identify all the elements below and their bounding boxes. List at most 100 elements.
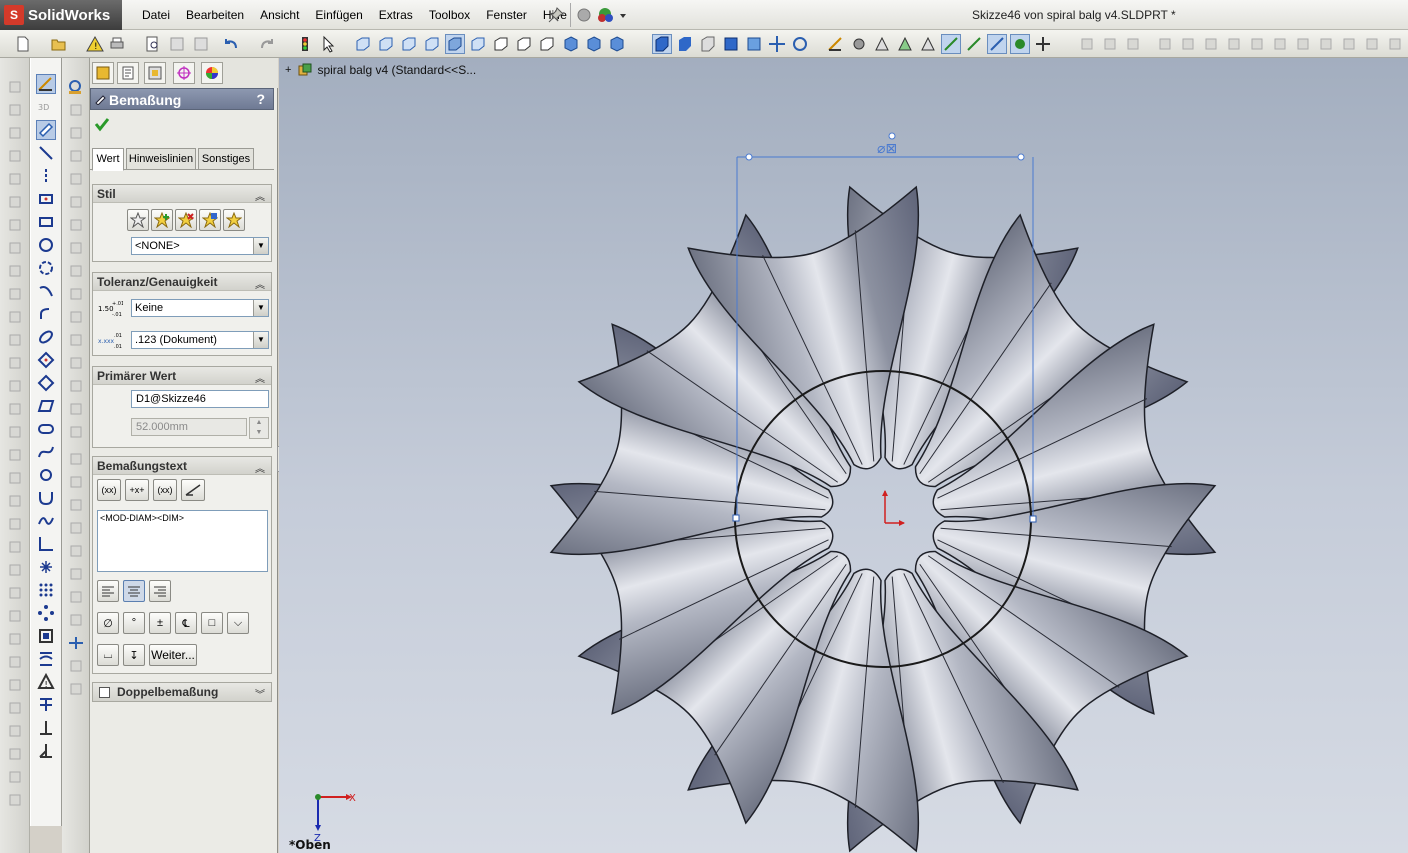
pattern-icon[interactable]: [1386, 35, 1404, 53]
plus-minus-button[interactable]: ±: [149, 612, 171, 634]
shell-icon[interactable]: [1271, 35, 1289, 53]
tool-23-icon[interactable]: [67, 588, 85, 606]
normal-to-icon[interactable]: [562, 35, 580, 53]
3d-sketch-icon[interactable]: 3D: [37, 98, 55, 116]
square-symbol-button[interactable]: □: [201, 612, 223, 634]
ellipse-icon[interactable]: [37, 328, 55, 346]
style-select[interactable]: <NONE> ▼: [131, 237, 269, 255]
model-view[interactable]: ⌀⊠ X Z: [279, 58, 1408, 853]
feature-revolve-icon[interactable]: [6, 101, 24, 119]
graphics-area[interactable]: + spiral balg v4 (Standard<<S... ⌀⊠ X Z …: [279, 58, 1408, 853]
dual-dimension-label[interactable]: Doppelbemaßung: [93, 683, 271, 701]
rib-icon[interactable]: [1317, 35, 1335, 53]
shaded-with-edges-icon[interactable]: [652, 34, 672, 54]
feature-boss-icon[interactable]: [6, 78, 24, 96]
warning-icon[interactable]: !: [86, 35, 104, 53]
collapse-icon[interactable]: ︽: [255, 276, 265, 291]
feature-loft-icon[interactable]: [6, 147, 24, 165]
tangent-arc-icon[interactable]: [37, 305, 55, 323]
dimension-name-field[interactable]: D1@Skizze46: [131, 390, 269, 408]
tool-7-icon[interactable]: [67, 216, 85, 234]
trim-icon[interactable]: !: [37, 673, 55, 691]
single-view-icon[interactable]: [585, 35, 603, 53]
feature-coordsys-icon[interactable]: [6, 745, 24, 763]
dome-icon[interactable]: [1294, 35, 1312, 53]
revolved-boss-icon[interactable]: [1101, 35, 1119, 53]
feature-fillet-icon[interactable]: [6, 193, 24, 211]
offset-entities-icon[interactable]: [37, 627, 55, 645]
feature-freeform-icon[interactable]: [6, 584, 24, 602]
dimension-text-area[interactable]: <MOD-DIAM><DIM>: [97, 510, 268, 572]
dimension-value-field[interactable]: 52.000mm: [131, 418, 247, 436]
feature-misc-icon[interactable]: [6, 791, 24, 809]
display-manager-tab[interactable]: [201, 62, 223, 84]
line-icon[interactable]: [37, 144, 55, 162]
circular-pattern-icon[interactable]: [37, 604, 55, 622]
feature-dome-icon[interactable]: [6, 331, 24, 349]
options-icon[interactable]: [576, 6, 626, 24]
undo-icon[interactable]: [222, 35, 240, 53]
view-right-icon[interactable]: [423, 35, 441, 53]
tool-13-icon[interactable]: [67, 354, 85, 372]
solidworks-logo[interactable]: S SolidWorks: [0, 0, 122, 30]
feature-curve-icon[interactable]: [6, 630, 24, 648]
pan-icon[interactable]: [768, 35, 786, 53]
view-trimetric-icon[interactable]: [515, 35, 533, 53]
corner-icon[interactable]: [37, 535, 55, 553]
tool-21-icon[interactable]: [67, 542, 85, 560]
smart-dimension-icon[interactable]: [850, 35, 868, 53]
feature-hole-icon[interactable]: [6, 308, 24, 326]
tool-18-icon[interactable]: [67, 473, 85, 491]
feature-scale-icon[interactable]: [6, 561, 24, 579]
grid-pattern-icon[interactable]: [37, 581, 55, 599]
inspection-dimension-button[interactable]: (xx): [153, 479, 177, 501]
centerline-symbol-button[interactable]: ℄: [175, 612, 197, 634]
tool-15-icon[interactable]: [67, 400, 85, 418]
add-style-button[interactable]: [151, 209, 173, 231]
tool-2-icon[interactable]: [67, 101, 85, 119]
feature-instant3d-icon[interactable]: [6, 768, 24, 786]
tool-9-icon[interactable]: [67, 262, 85, 280]
rectangle-icon[interactable]: [37, 213, 55, 231]
extend-icon[interactable]: [37, 696, 55, 714]
align-left-button[interactable]: [97, 580, 119, 602]
collapse-icon[interactable]: ︽: [255, 188, 265, 203]
tool-19-icon[interactable]: [67, 496, 85, 514]
dimension-handle-right[interactable]: [1029, 515, 1037, 523]
offset-text-button[interactable]: [181, 479, 205, 501]
help-button[interactable]: ?: [256, 91, 265, 107]
open-folder-icon[interactable]: [50, 35, 68, 53]
property-manager-tab[interactable]: [117, 62, 139, 84]
depth-button[interactable]: ↧: [123, 644, 145, 666]
pin-icon[interactable]: [548, 7, 564, 23]
save-style-button[interactable]: [199, 209, 221, 231]
delete-style-button[interactable]: [175, 209, 197, 231]
counterbore-button[interactable]: ⌴: [97, 644, 119, 666]
view-dimetric-icon[interactable]: [538, 35, 556, 53]
tool-10-icon[interactable]: [67, 285, 85, 303]
zoom-fit-icon[interactable]: [745, 35, 763, 53]
feature-axis-icon[interactable]: [6, 699, 24, 717]
feature-deform-icon[interactable]: [6, 446, 24, 464]
apply-style-button[interactable]: [127, 209, 149, 231]
dimension-label-icon[interactable]: ⌀⊠: [877, 141, 897, 157]
feature-mirror-icon[interactable]: [6, 354, 24, 372]
u-curve-icon[interactable]: [37, 489, 55, 507]
dimension-handle-left[interactable]: [732, 514, 740, 522]
primary-value-header[interactable]: Primärer Wert: [93, 367, 271, 385]
feature-thread-icon[interactable]: [6, 607, 24, 625]
sketch-icon[interactable]: [827, 35, 845, 53]
view-bottom-icon[interactable]: [469, 35, 487, 53]
more-symbols-button[interactable]: Weiter...: [149, 644, 197, 666]
load-style-button[interactable]: [223, 209, 245, 231]
feature-draft-icon[interactable]: [6, 262, 24, 280]
align-right-button[interactable]: [149, 580, 171, 602]
wave-icon[interactable]: [37, 512, 55, 530]
tool-14-icon[interactable]: [67, 377, 85, 395]
feature-helix-icon[interactable]: [6, 653, 24, 671]
precision-select[interactable]: .123 (Dokument) ▼: [131, 331, 269, 349]
tool-8-icon[interactable]: [67, 239, 85, 257]
tolerance-type-select[interactable]: Keine ▼: [131, 299, 269, 317]
print-preview-icon[interactable]: [144, 35, 162, 53]
tool-3-icon[interactable]: [67, 124, 85, 142]
